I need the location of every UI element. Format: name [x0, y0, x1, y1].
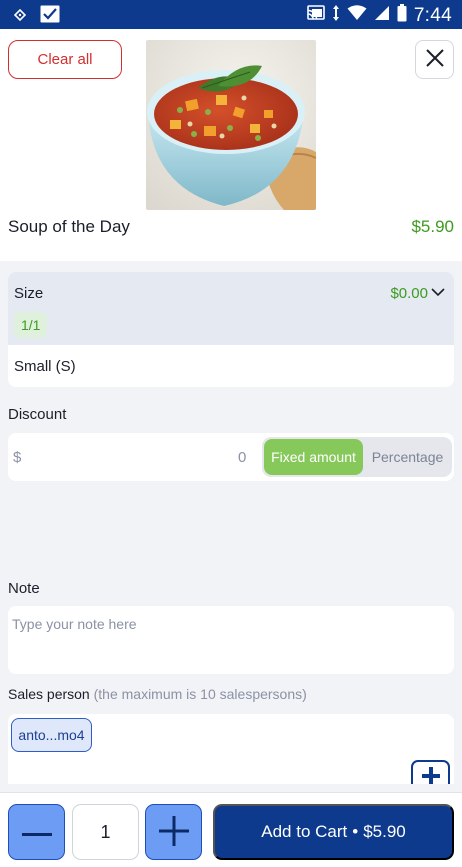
sales-person-card: anto...mo4	[8, 714, 454, 784]
size-option-small[interactable]: Small (S)	[14, 358, 76, 375]
sales-person-label: Sales person (the maximum is 10 salesper…	[8, 686, 307, 702]
add-to-cart-total: $5.90	[363, 822, 406, 841]
add-to-cart-label: Add to Cart	[261, 822, 348, 841]
add-to-cart-button[interactable]: Add to Cart • $5.90	[213, 804, 454, 860]
wifi-icon	[347, 5, 367, 26]
size-title: Size	[14, 285, 44, 302]
size-modifier-card: Size $0.00 1/1 Small (S)	[8, 272, 454, 387]
quantity-field[interactable]: 1	[72, 804, 139, 860]
note-label: Note	[8, 580, 40, 597]
bottom-action-bar: 1 Add to Cart • $5.90	[0, 792, 462, 867]
signal-icon	[374, 5, 390, 26]
discount-card: $ 0 Fixed amount Percentage	[8, 433, 454, 481]
product-image	[146, 40, 316, 210]
location-icon	[13, 8, 27, 26]
discount-currency: $	[13, 449, 22, 466]
status-time: 7:44	[413, 4, 452, 26]
size-count-badge: 1/1	[14, 312, 48, 338]
sales-person-hint: (the maximum is 10 salespersons)	[93, 686, 307, 702]
note-placeholder: Type your note here	[12, 616, 137, 632]
status-bar: 7:44	[0, 0, 462, 29]
product-header: Clear all Soup of the Day $5.90	[0, 29, 462, 261]
minus-icon	[21, 825, 52, 840]
discount-type-toggle: Fixed amount Percentage	[262, 437, 452, 477]
increase-quantity-button[interactable]	[145, 804, 202, 860]
add-to-cart-separator: •	[352, 822, 359, 841]
decrease-quantity-button[interactable]	[8, 804, 65, 860]
discount-input[interactable]: 0	[238, 449, 246, 466]
product-name: Soup of the Day	[8, 217, 130, 236]
plus-icon	[158, 815, 189, 849]
add-sales-person-button[interactable]	[411, 760, 450, 784]
size-modifier-header[interactable]: Size $0.00 1/1	[8, 272, 454, 345]
checkbox-notification-icon	[40, 5, 60, 28]
close-button[interactable]	[415, 40, 454, 79]
product-price: $5.90	[411, 217, 454, 236]
fixed-amount-option[interactable]: Fixed amount	[264, 439, 363, 475]
discount-label: Discount	[8, 406, 67, 423]
close-icon	[425, 49, 444, 70]
note-field[interactable]: Type your note here	[8, 606, 454, 674]
product-detail-sheet: Clear all Soup of the Day $5.90 Size $0.…	[0, 29, 462, 867]
sales-person-chip[interactable]: anto...mo4	[11, 718, 92, 752]
size-price: $0.00	[390, 285, 428, 302]
sales-person-title: Sales person	[8, 686, 90, 702]
data-transfer-icon	[332, 4, 340, 27]
battery-icon	[397, 4, 407, 27]
cast-icon	[307, 5, 325, 26]
plus-icon	[420, 765, 442, 784]
chevron-down-icon[interactable]	[430, 284, 446, 305]
percentage-option[interactable]: Percentage	[365, 439, 450, 475]
clear-all-button[interactable]: Clear all	[8, 40, 122, 79]
